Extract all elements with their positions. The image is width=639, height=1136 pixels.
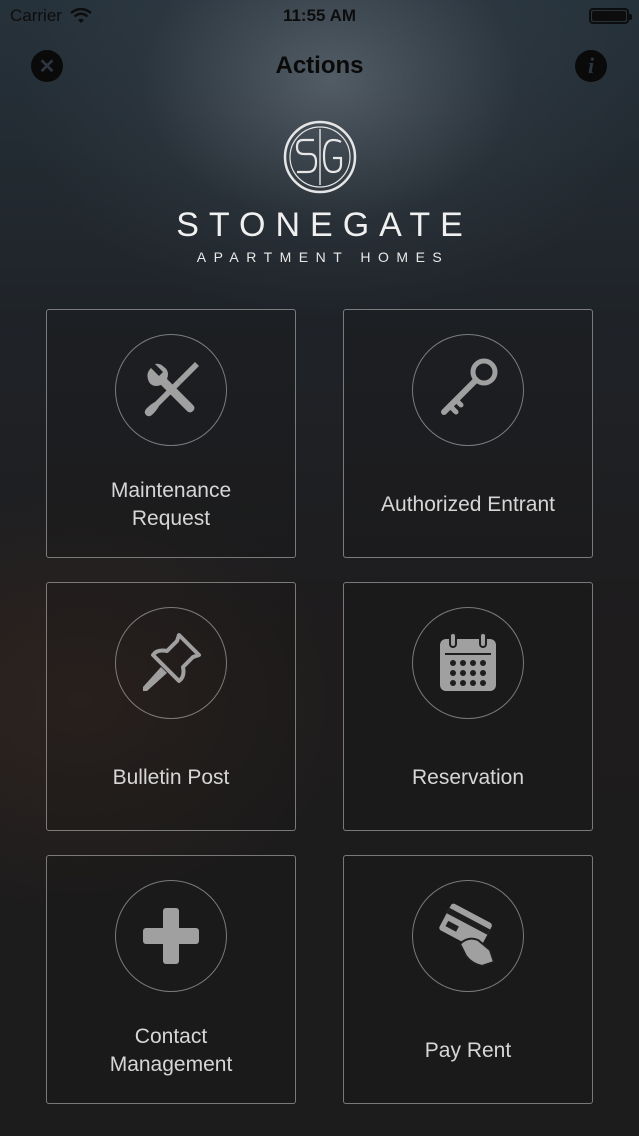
tile-label: Contact Management (109, 1025, 233, 1076)
tile-label: Pay Rent (424, 1039, 512, 1062)
tools-icon (144, 362, 199, 417)
actions-grid: Maintenance Request Authorized Entrant B… (46, 309, 593, 1104)
icon-circle (412, 880, 524, 992)
brand-name: STONEGATE (176, 206, 473, 244)
brand-logo: STONEGATE APARTMENT HOMES (0, 120, 639, 265)
pushpin-icon (143, 633, 201, 691)
battery-icon (589, 8, 632, 24)
monogram-logo-icon (283, 120, 356, 194)
credit-card-icon (439, 903, 496, 968)
bulletin-post-button[interactable]: Bulletin Post (46, 582, 296, 831)
icon-circle (115, 607, 227, 719)
reservation-button[interactable]: Reservation (343, 582, 593, 831)
icon-circle (412, 334, 524, 446)
pay-rent-button[interactable]: Pay Rent (343, 855, 593, 1104)
contact-management-button[interactable]: Contact Management (46, 855, 296, 1104)
brand-tagline: APARTMENT HOMES (196, 249, 450, 265)
tile-label: Maintenance Request (110, 479, 232, 530)
calendar-icon (440, 632, 496, 691)
icon-circle (115, 880, 227, 992)
icon-circle (412, 607, 524, 719)
key-icon (441, 358, 498, 415)
info-icon: i (587, 53, 595, 78)
tile-label: Authorized Entrant (381, 493, 555, 516)
maintenance-request-button[interactable]: Maintenance Request (46, 309, 296, 558)
icon-circle (115, 334, 227, 446)
tile-label: Reservation (411, 766, 525, 789)
info-button[interactable]: i (575, 50, 607, 82)
status-time: 11:55 AM (282, 6, 357, 25)
authorized-entrant-button[interactable]: Authorized Entrant (343, 309, 593, 558)
status-bar: Carrier 11:55 AM (0, 0, 639, 34)
tile-label: Bulletin Post (112, 766, 230, 789)
plus-icon (143, 908, 199, 964)
nav-bar: ✕ Actions i (0, 40, 639, 90)
page-title: Actions (275, 52, 364, 79)
